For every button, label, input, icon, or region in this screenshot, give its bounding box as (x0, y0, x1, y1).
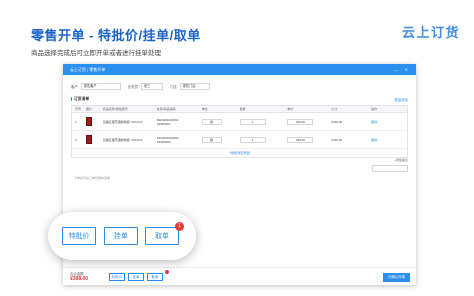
col-qty: 数量 (239, 107, 246, 111)
take-order-button[interactable]: 取单 (147, 273, 163, 281)
col-action: 操作 (371, 107, 378, 111)
price-input[interactable]: 199.00 (287, 118, 314, 125)
hold-order-button[interactable]: 挂单 (128, 273, 144, 281)
window-titlebar: 云上订货 | 零售开单 — ✕ (63, 64, 416, 75)
col-code: 条码/商品编码 (156, 107, 176, 111)
brand-logo: 云上订货 (401, 26, 460, 41)
delete-link[interactable]: 删除 (371, 138, 407, 142)
col-price: 单价 (287, 107, 294, 111)
product-code: 6920201000001 SP000001 (157, 118, 202, 126)
sku-code: SP000001 (156, 121, 171, 126)
zoom-callout: 特批价 挂单 取单 1 (48, 212, 196, 260)
price-cell: 199.00 (287, 118, 331, 125)
qty-cell: 1 (239, 118, 288, 125)
order-footer: 合计金额 ¥398.00 特批价 挂单 取单 已确认开单 (63, 267, 416, 285)
col-name: 商品名称/规格型号 (102, 107, 128, 111)
product-thumbnail (85, 117, 103, 126)
col-image: 图片 (85, 107, 92, 111)
price-input[interactable]: 199.00 (287, 136, 314, 143)
table-row: 1 双鹿红葡萄酒整箱装 750ml×6 6920201000001 SP0000… (72, 113, 407, 131)
salesperson-label: 业务员 (127, 85, 138, 89)
qty-stepper[interactable]: 1 (239, 136, 266, 143)
customer-select[interactable]: 零售客户 (80, 83, 121, 90)
remark-input[interactable] (372, 165, 408, 172)
page-subtitle: 商品选择完成后可立即开单或者进行挂单处理 (31, 50, 161, 57)
order-list-title: 订货清单 (71, 97, 89, 102)
qty-cell: 1 (239, 136, 288, 143)
product-code: 6920201000002 SP000002 (157, 136, 202, 144)
slide: 零售开单 - 特批价/挂单/取单 商品选择完成后可立即开单或者进行挂单处理 云上… (0, 0, 474, 296)
product-thumbnail (85, 135, 103, 144)
shop-label: 门店 (169, 85, 177, 89)
row-subtotal: ¥199.00 (331, 119, 343, 124)
order-list-header: 订货清单 批量添加 (71, 96, 408, 104)
price-cell: 199.00 (287, 136, 331, 143)
wine-image-icon (85, 135, 92, 144)
customer-label: 客户 (71, 85, 78, 89)
col-index: 序号 (75, 107, 82, 111)
product-name: 双鹿红葡萄酒整箱装 750ml×6 (102, 119, 143, 124)
special-price-button[interactable]: 特批价 (109, 273, 125, 281)
zoom-notification-badge: 1 (175, 222, 184, 231)
salesperson-select[interactable]: 张三 (140, 83, 163, 90)
order-table: 序号 图片 商品名称/规格型号 条码/商品编码 单位 数量 单价 小计 操作 1… (71, 105, 408, 158)
add-remark-link[interactable]: +添加备注 (394, 158, 408, 162)
col-unit: 单位 (201, 107, 208, 111)
qty-stepper[interactable]: 1 (239, 118, 266, 125)
delete-link[interactable]: 删除 (371, 120, 407, 124)
page-title: 零售开单 - 特批价/挂单/取单 (31, 28, 201, 43)
sku-code: SP000002 (156, 139, 171, 144)
product-name: 双鹿红葡萄酒整箱装 750ml×6 (102, 137, 143, 142)
table-row: 2 双鹿红葡萄酒整箱装 750ml×6 6920201000002 SP0000… (72, 131, 407, 149)
shop-select[interactable]: 零售门店 (179, 83, 210, 90)
total-amount: ¥398.00 (70, 276, 89, 282)
add-product-link[interactable]: +继续添加商品 (72, 149, 407, 157)
unit-value[interactable]: 箱 (201, 136, 222, 143)
row-index: 2 (75, 137, 77, 142)
order-form: 客户 零售客户 业务员 张三 门店 零售门店 (71, 83, 210, 90)
zoom-hold-order-button[interactable]: 挂单 (104, 227, 138, 245)
row-subtotal: ¥199.00 (331, 137, 343, 142)
batch-add-link[interactable]: 批量添加 (394, 97, 408, 102)
zoom-take-order-button[interactable]: 取单 (145, 227, 179, 245)
zoom-special-price-button[interactable]: 特批价 (62, 227, 96, 245)
unit-select: 箱 (201, 136, 240, 143)
window-controls-icon[interactable]: — ✕ (394, 64, 411, 75)
footnote: 下单后可在订单管理中查看 (74, 176, 111, 180)
unit-select: 箱 (201, 118, 240, 125)
unit-value[interactable]: 箱 (201, 118, 222, 125)
row-index: 1 (75, 119, 77, 124)
window-title: 云上订货 | 零售开单 (70, 67, 106, 72)
notification-badge (165, 270, 169, 274)
confirm-order-button[interactable]: 已确认开单 (383, 273, 410, 282)
wine-image-icon (85, 117, 92, 126)
col-subtotal: 小计 (331, 107, 338, 111)
table-header: 序号 图片 商品名称/规格型号 条码/商品编码 单位 数量 单价 小计 操作 (72, 106, 407, 113)
